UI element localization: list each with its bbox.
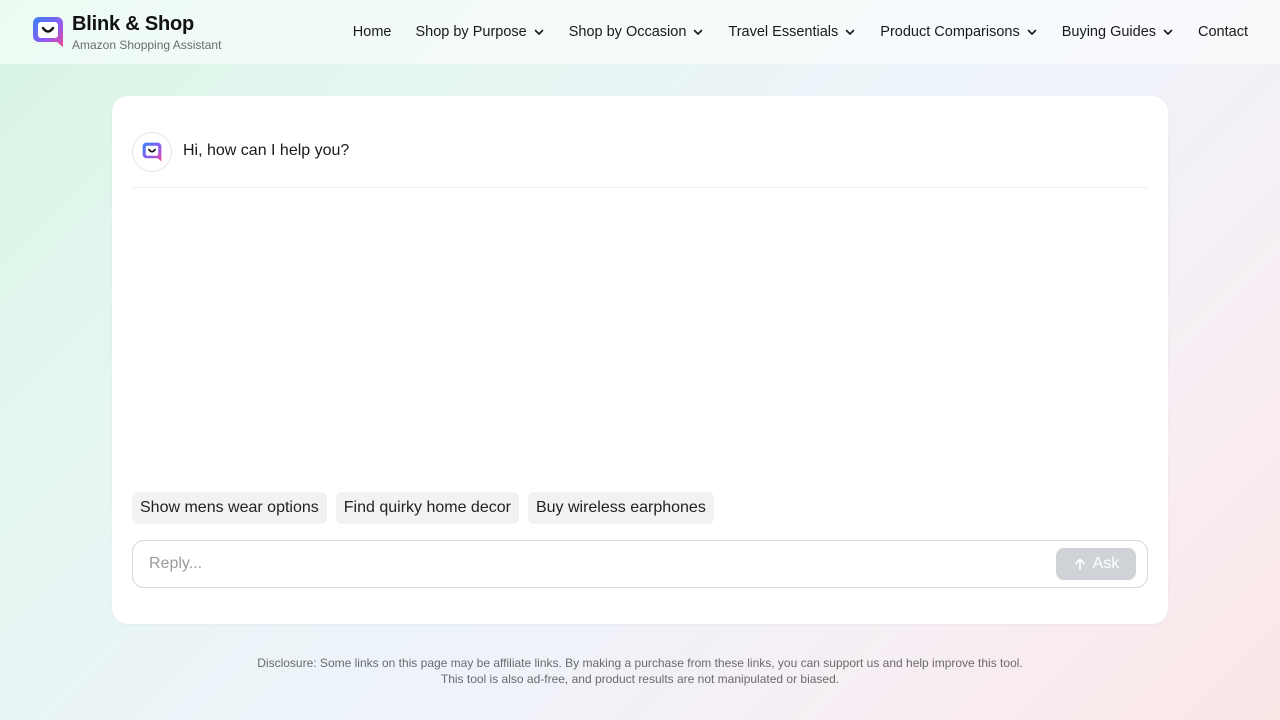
chat-card: Hi, how can I help you? Show mens wear o… <box>112 96 1168 624</box>
nav-label: Shop by Purpose <box>415 24 527 40</box>
nav-label: Home <box>352 24 392 40</box>
nav-label: Buying Guides <box>1061 24 1157 40</box>
greeting-text: Hi, how can I help you? <box>183 142 350 159</box>
reply-input[interactable] <box>149 541 1029 587</box>
ask-button[interactable]: Ask <box>1056 548 1136 580</box>
brand-home-link[interactable]: Blink & Shop Amazon Shopping Assistant <box>32 12 221 54</box>
ask-button-label: Ask <box>1092 555 1120 572</box>
suggestion-chip[interactable]: Show mens wear options <box>132 492 327 524</box>
nav-contact[interactable]: Contact <box>1198 24 1248 40</box>
reply-composer: Ask <box>132 540 1148 588</box>
nav-product-comparisons[interactable]: Product Comparisons <box>880 24 1037 40</box>
assistant-message: Hi, how can I help you? <box>132 132 1148 188</box>
chevron-down-icon <box>845 29 855 35</box>
nav-label: Contact <box>1198 24 1248 40</box>
top-navigation-bar: Blink & Shop Amazon Shopping Assistant H… <box>0 0 1280 64</box>
chevron-down-icon <box>694 29 703 35</box>
suggestion-chip[interactable]: Find quirky home decor <box>335 492 519 524</box>
chat-smile-logo-icon <box>33 17 63 47</box>
nav-buying-guides[interactable]: Buying Guides <box>1062 24 1174 40</box>
chevron-down-icon <box>1163 29 1173 35</box>
assistant-avatar <box>132 132 172 172</box>
nav-home[interactable]: Home <box>353 24 392 40</box>
suggestion-chips: Show mens wear options Find quirky home … <box>132 492 723 524</box>
main-nav: Home Shop by Purpose Shop by Occasion Tr… <box>329 0 1248 64</box>
brand-name: Blink & Shop <box>72 13 195 35</box>
nav-label: Product Comparisons <box>880 24 1020 40</box>
nav-label: Travel Essentials <box>728 24 839 40</box>
chevron-down-icon <box>1027 29 1037 35</box>
nav-label: Shop by Occasion <box>568 24 687 40</box>
brand-subtitle: Amazon Shopping Assistant <box>72 38 222 52</box>
nav-shop-by-purpose[interactable]: Shop by Purpose <box>415 24 544 40</box>
nav-travel-essentials[interactable]: Travel Essentials <box>728 24 856 40</box>
affiliate-disclosure: Disclosure: Some links on this page may … <box>257 656 1023 686</box>
chat-smile-logo-icon <box>142 142 162 162</box>
arrow-up-icon <box>1074 558 1085 570</box>
chevron-down-icon <box>534 29 544 35</box>
nav-shop-by-occasion[interactable]: Shop by Occasion <box>569 24 705 40</box>
suggestion-chip[interactable]: Buy wireless earphones <box>527 492 714 524</box>
